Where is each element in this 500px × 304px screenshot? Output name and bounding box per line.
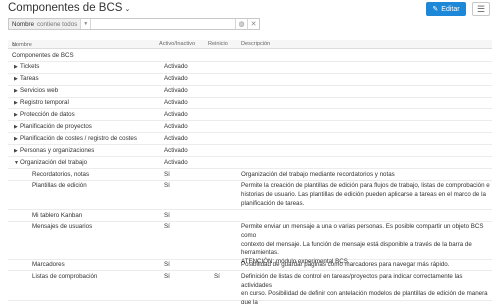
filter-field-label: Nombre — [12, 20, 35, 28]
table-row[interactable]: ▶ Planificación de costes / registro de c… — [8, 133, 492, 146]
chevron-down-icon[interactable]: ⌄ — [124, 5, 130, 13]
row-active-status: Sí — [164, 170, 170, 178]
filter-search-icon[interactable]: ◍ — [235, 19, 247, 29]
row-description: Definición de listas de control en tarea… — [241, 273, 493, 304]
filter-field-chip[interactable]: Nombre contiene todos — [9, 19, 82, 29]
row-name: Servicios web — [20, 87, 59, 95]
row-active-status: Sí — [164, 211, 170, 219]
table-row[interactable]: Mi tablero Kanban Sí — [8, 210, 492, 222]
table-row[interactable]: ▶ Servicios web Activado — [8, 86, 492, 98]
table-row[interactable]: ▶ Tareas Activado — [8, 74, 492, 86]
row-name-cell[interactable]: ▶ Servicios web — [12, 87, 58, 96]
sliders-icon: ☰ — [476, 3, 486, 14]
row-name: Tickets — [20, 63, 40, 71]
table-row[interactable]: Marcadores Sí Posibilidad de guardar págin… — [8, 260, 492, 272]
row-name: Plantillas de edición — [32, 182, 87, 190]
row-name: Tareas — [20, 75, 39, 83]
row-name-cell[interactable]: Plantillas de edición — [12, 182, 87, 191]
row-description-line: en curso. Posibilidad de definir con ant… — [241, 290, 488, 304]
row-name: Mi tablero Kanban — [32, 211, 83, 219]
row-name-cell[interactable]: ▶ Planificación de costes / registro de c… — [12, 135, 137, 144]
row-description-line: herramientas. — [241, 249, 279, 257]
row-name-cell[interactable]: Componentes de BCS — [12, 52, 74, 61]
filter-operator-dropdown-icon[interactable]: ▼ — [81, 19, 92, 29]
row-description: Permite la creación de plantillas de edi… — [241, 182, 493, 208]
filter-operator[interactable]: contiene todos — [37, 21, 77, 28]
row-active-status: Activado — [164, 111, 188, 118]
row-name-cell[interactable]: ▶ Planificación de proyectos — [12, 123, 92, 132]
row-name: Organización del trabajo — [20, 158, 88, 166]
row-active-status: Activado — [164, 134, 188, 142]
row-active-status: Activado — [164, 75, 188, 83]
row-name: Mensajes de usuarios — [32, 223, 93, 231]
table-row[interactable]: ▶ Planificación de proyectos Activado — [8, 121, 492, 134]
table-row[interactable]: Listas de comprobación Sí Sí Definición de … — [8, 272, 493, 304]
row-description-line: planificación de tareas. — [241, 199, 305, 207]
row-active-status: Sí — [164, 261, 170, 269]
column-settings-button[interactable]: ☰ — [472, 2, 490, 16]
table-row[interactable]: Componentes de BCS — [8, 50, 492, 62]
edit-button[interactable]: ✎ Editar — [426, 2, 466, 16]
filter-bar: Nombre contiene todos ▼ ◍ ✕ — [8, 18, 260, 30]
row-name: Planificación de costes / registro de co… — [20, 134, 137, 142]
table-row[interactable]: ▶ Tickets Activado — [8, 62, 492, 74]
row-name: Protección de datos — [20, 111, 75, 118]
row-name-cell[interactable]: ▶ Personas y organizaciones — [12, 147, 94, 156]
clear-filter-icon[interactable]: ✕ — [247, 19, 259, 29]
row-name-cell[interactable]: ▶ Tickets — [12, 63, 39, 72]
sort-down-icon: ↓ — [12, 42, 15, 48]
row-name-cell[interactable]: Marcadores — [12, 261, 65, 270]
row-name: Personas y organizaciones — [20, 146, 95, 154]
table-row[interactable]: ▶ Protección de datos Activado — [8, 110, 492, 122]
page-title[interactable]: Componentes de BCS ⌄ — [8, 2, 130, 14]
row-name: Marcadores — [32, 261, 65, 269]
row-description-line: historias de usuario. Las plantillas de … — [241, 190, 486, 198]
row-description-line: Organización del trabajo mediante record… — [241, 170, 395, 178]
row-active-status: Activado — [164, 122, 188, 130]
pencil-icon: ✎ — [432, 6, 439, 13]
table-row[interactable]: ▶ Personas y organizaciones Activado — [8, 145, 492, 158]
row-active-status: Activado — [164, 158, 188, 166]
row-name-cell[interactable]: Listas de comprobación — [12, 273, 97, 282]
row-name: Componentes de BCS — [12, 51, 74, 59]
row-restart: Sí — [214, 273, 220, 280]
row-description-line: Permite enviar un mensaje a una o varias… — [241, 223, 484, 239]
row-name-cell[interactable]: ▶ Tareas — [12, 75, 39, 84]
row-description: Organización del trabajo mediante record… — [241, 171, 493, 180]
row-name: Planificación de proyectos — [20, 122, 92, 130]
row-description-line: Posibilidad de guardar páginas como marc… — [241, 261, 450, 269]
table-header: ▭ Nombre ↓ Activo/Inactivo Reinicio Desc… — [8, 40, 492, 49]
row-description: Posibilidad de guardar páginas como marc… — [241, 261, 493, 270]
table-row[interactable]: ▼Organización del trabajo Activado — [8, 157, 492, 169]
row-name-cell[interactable]: ▶ Registro temporal — [12, 99, 69, 108]
row-name-cell[interactable]: Recordatorios, notas — [12, 171, 89, 180]
column-header-restart[interactable]: Reinicio — [208, 41, 228, 47]
row-description-line: Permite la creación de plantillas de edi… — [241, 182, 490, 190]
row-name: Listas de comprobación — [32, 273, 98, 280]
table-row[interactable]: Recordatorios, notas Sí Organización del t… — [8, 169, 492, 181]
column-header-active[interactable]: Activo/Inactivo — [159, 41, 195, 47]
table-row[interactable]: ▶ Registro temporal Activado — [8, 98, 492, 110]
row-active-status: Sí — [164, 223, 170, 231]
row-description-line: contexto del mensaje. La función de mens… — [241, 240, 472, 248]
row-name-cell[interactable]: Mi tablero Kanban — [12, 212, 82, 221]
edit-button-label: Editar — [441, 5, 460, 13]
row-name: Registro temporal — [20, 99, 69, 107]
row-active-status: Activado — [164, 63, 188, 71]
row-active-status: Activado — [164, 146, 188, 154]
row-active-status: Sí — [164, 182, 170, 190]
row-description-line: Definición de listas de control en tarea… — [241, 273, 463, 289]
table-row[interactable]: Mensajes de usuarios Sí Permite enviar un … — [8, 222, 492, 265]
row-name-cell[interactable]: ▶ Protección de datos — [12, 111, 75, 120]
row-name-cell[interactable]: ▼Organización del trabajo — [12, 159, 87, 168]
page-title-text: Componentes de BCS — [8, 2, 123, 14]
row-active-status: Activado — [164, 87, 188, 95]
column-header-description[interactable]: Descripción — [241, 41, 270, 47]
row-name-cell[interactable]: Mensajes de usuarios — [12, 223, 92, 232]
row-name: Recordatorios, notas — [32, 170, 90, 178]
row-active-status: Sí — [164, 273, 170, 280]
row-active-status: Activado — [164, 99, 188, 107]
table-row[interactable]: Plantillas de edición Sí Permite la creaci… — [8, 181, 492, 210]
